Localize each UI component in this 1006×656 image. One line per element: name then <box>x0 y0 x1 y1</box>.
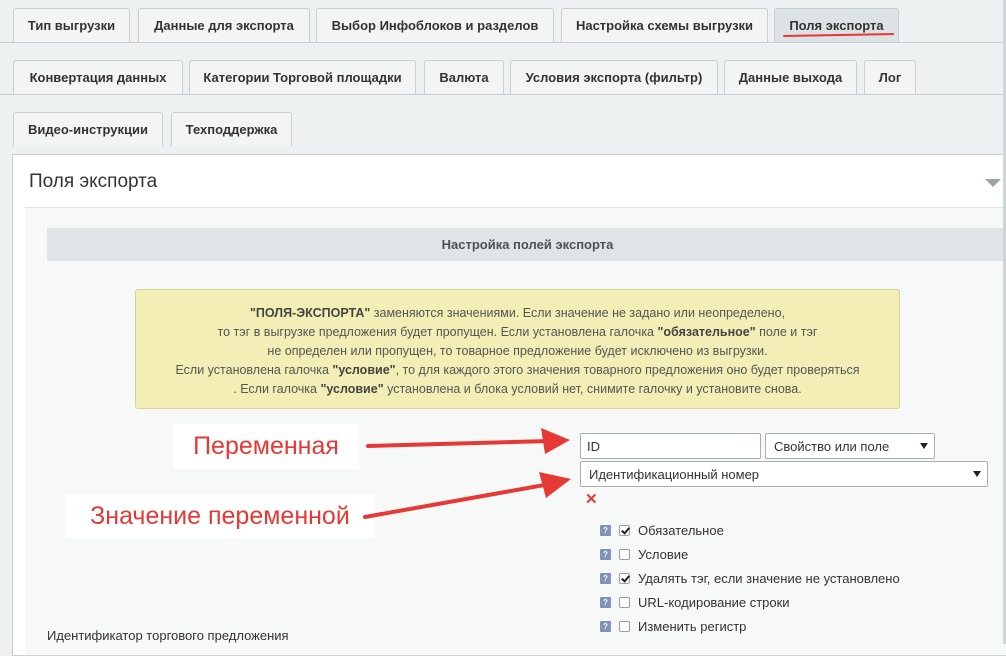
panel-title: Поля экспорта <box>29 171 158 192</box>
tab-label: Категории Торговой площадки <box>203 70 402 85</box>
active-tab-underline <box>782 33 895 37</box>
option-label: Обязательное <box>638 522 724 538</box>
tab-label: Тип выгрузки <box>27 18 116 33</box>
tab-log[interactable]: Лог <box>864 60 916 94</box>
checkbox-remove-tag[interactable] <box>619 572 630 584</box>
tab-scheme-settings[interactable]: Настройка схемы выгрузки <box>561 8 768 42</box>
help-icon[interactable]: ? <box>600 620 611 632</box>
tab-iblocks[interactable]: Выбор Инфоблоков и разделов <box>316 8 554 42</box>
tab-data-conversion[interactable]: Конвертация данных <box>13 60 183 94</box>
checkbox-required[interactable] <box>619 524 630 536</box>
value-select[interactable]: Идентификационный номер <box>580 461 988 487</box>
tab-label: Техподдержка <box>185 122 278 137</box>
note-line: . Если галочка "условие" установлена и б… <box>233 382 802 396</box>
variable-input-value: ID <box>587 438 600 454</box>
tab-support[interactable]: Техподдержка <box>171 112 292 146</box>
tab-label: Настройка схемы выгрузки <box>575 18 754 33</box>
help-icon[interactable]: ? <box>600 572 611 584</box>
tab-label: Условия экспорта (фильтр) <box>525 70 703 85</box>
source-type-value: Свойство или поле <box>774 438 890 454</box>
help-icon[interactable]: ? <box>600 524 611 536</box>
tab-export-fields[interactable]: Поля экспорта <box>774 8 899 42</box>
tab-export-type[interactable]: Тип выгрузки <box>13 8 130 42</box>
section-header: Настройка полей экспорта <box>47 228 1006 261</box>
tab-label: Лог <box>878 70 902 85</box>
tab-label: Конвертация данных <box>29 70 167 85</box>
tab-label: Данные для экспорта <box>154 18 294 33</box>
variable-input[interactable]: ID <box>580 433 761 459</box>
option-label: Удалять тэг, если значение не установлен… <box>638 570 900 586</box>
tab-divider <box>0 94 1006 95</box>
tab-output-data[interactable]: Данные выхода <box>724 60 857 94</box>
option-label: Изменить регистр <box>638 618 747 634</box>
tab-divider <box>0 42 1006 43</box>
tab-marketplace-categories[interactable]: Категории Торговой площадки <box>189 60 416 94</box>
option-change-case[interactable]: ? Изменить регистр <box>600 617 746 635</box>
collapse-arrow-icon[interactable] <box>985 179 1001 187</box>
tab-label: Валюта <box>439 70 489 85</box>
checkbox-condition[interactable] <box>619 548 630 560</box>
option-remove-tag[interactable]: ? Удалять тэг, если значение не установл… <box>600 569 900 587</box>
row-label: Идентификатор торгового предложения <box>47 628 289 643</box>
option-label: URL-кодирование строки <box>638 594 790 610</box>
tab-label: Поля экспорта <box>789 18 884 33</box>
callout-variable-value: Значение переменной <box>65 494 375 539</box>
checkbox-url-encode[interactable] <box>619 596 630 608</box>
dropdown-arrow-icon <box>973 471 981 477</box>
delete-icon[interactable]: ✕ <box>585 490 598 508</box>
tab-label: Видео-инструкции <box>27 122 149 137</box>
option-required[interactable]: ? Обязательное <box>600 521 724 539</box>
source-type-select[interactable]: Свойство или поле <box>765 433 935 459</box>
info-note: "ПОЛЯ-ЭКСПОРТА" заменяются значениями. Е… <box>135 289 900 409</box>
callout-variable: Переменная <box>173 424 359 469</box>
tab-video-instructions[interactable]: Видео-инструкции <box>13 112 163 146</box>
note-line: Если установлена галочка "условие", то д… <box>175 363 860 377</box>
help-icon[interactable]: ? <box>600 596 611 608</box>
option-url-encode[interactable]: ? URL-кодирование строки <box>600 593 790 611</box>
option-label: Условие <box>638 546 689 562</box>
dropdown-arrow-icon <box>920 443 928 449</box>
tab-export-data[interactable]: Данные для экспорта <box>138 8 310 42</box>
note-line: то тэг в выгрузке предложения будет проп… <box>217 325 818 339</box>
tab-currency[interactable]: Валюта <box>424 60 504 94</box>
option-condition[interactable]: ? Условие <box>600 545 688 563</box>
help-icon[interactable]: ? <box>600 548 611 560</box>
checkbox-change-case[interactable] <box>619 620 630 632</box>
note-line: "ПОЛЯ-ЭКСПОРТА" заменяются значениями. Е… <box>249 306 786 320</box>
note-line: не определен или пропущен, то товарное п… <box>267 344 768 358</box>
value-select-value: Идентификационный номер <box>589 466 760 482</box>
tab-label: Данные выхода <box>738 70 843 85</box>
tab-label: Выбор Инфоблоков и разделов <box>331 18 539 33</box>
tab-export-conditions[interactable]: Условия экспорта (фильтр) <box>510 60 718 94</box>
